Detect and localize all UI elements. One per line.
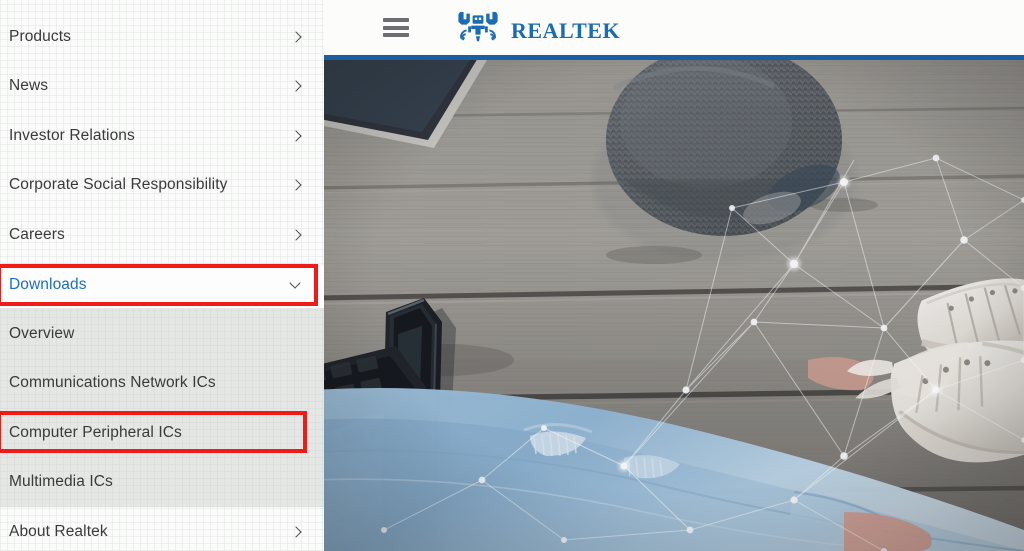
sidebar-item-label: Investor Relations [9, 127, 135, 144]
realtek-crab-logo-icon [458, 11, 498, 41]
chevron-right-icon [290, 178, 304, 192]
sidebar-item-label: About Realtek [9, 523, 108, 540]
sidebar-subitem-computer-peripheral-ics[interactable]: Computer Peripheral ICs [0, 408, 324, 458]
sidebar-item-news[interactable]: News [0, 61, 324, 111]
sidebar-item-corporate-social-responsibility[interactable]: Corporate Social Responsibility [0, 160, 324, 210]
sidebar-item-products[interactable]: Products [0, 12, 324, 62]
brand-wordmark: REALTEK [511, 10, 621, 45]
hero-banner-image [324, 60, 1024, 551]
sidebar-item-label: Products [9, 28, 71, 45]
sidebar-item-careers[interactable]: Careers [0, 210, 324, 260]
hamburger-bar-2 [383, 25, 409, 30]
chevron-right-icon [290, 525, 304, 539]
site-logo[interactable]: REALTEK [455, 8, 620, 48]
header-blue-rule [324, 55, 1024, 60]
sidebar-subitem-label: Communications Network ICs [9, 374, 216, 391]
sidebar-item-downloads[interactable]: Downloads [0, 260, 324, 310]
sidebar-subitem-label: Multimedia ICs [9, 473, 113, 490]
sidebar-subitem-overview[interactable]: Overview [0, 309, 324, 359]
sidebar-item-about-realtek[interactable]: About Realtek [0, 507, 324, 551]
hamburger-bar-1 [383, 18, 409, 22]
chevron-right-icon [290, 79, 304, 93]
sidebar-item-label: News [9, 77, 49, 94]
sidebar-item-label: Corporate Social Responsibility [9, 176, 228, 193]
sidebar-navigation: Products News Investor Relations Corpora… [0, 0, 324, 551]
chevron-down-icon [290, 278, 304, 292]
sidebar-item-investor-relations[interactable]: Investor Relations [0, 111, 324, 161]
chevron-right-icon [290, 30, 304, 44]
sidebar-item-label: Careers [9, 226, 65, 243]
hamburger-icon[interactable] [383, 18, 409, 37]
sidebar-subitem-label: Computer Peripheral ICs [9, 424, 182, 441]
hero-illustration [324, 60, 1024, 551]
sidebar-subitem-communications-network-ics[interactable]: Communications Network ICs [0, 358, 324, 408]
site-header: REALTEK [324, 0, 1024, 55]
chevron-right-icon [290, 129, 304, 143]
sidebar-subitem-label: Overview [9, 325, 75, 342]
sidebar-item-label: Downloads [9, 276, 87, 293]
page-root: REALTEK Products News Investor Relations… [0, 0, 1024, 551]
sidebar-subitem-multimedia-ics[interactable]: Multimedia ICs [0, 457, 324, 507]
chevron-right-icon [290, 228, 304, 242]
hamburger-bar-3 [383, 33, 409, 37]
